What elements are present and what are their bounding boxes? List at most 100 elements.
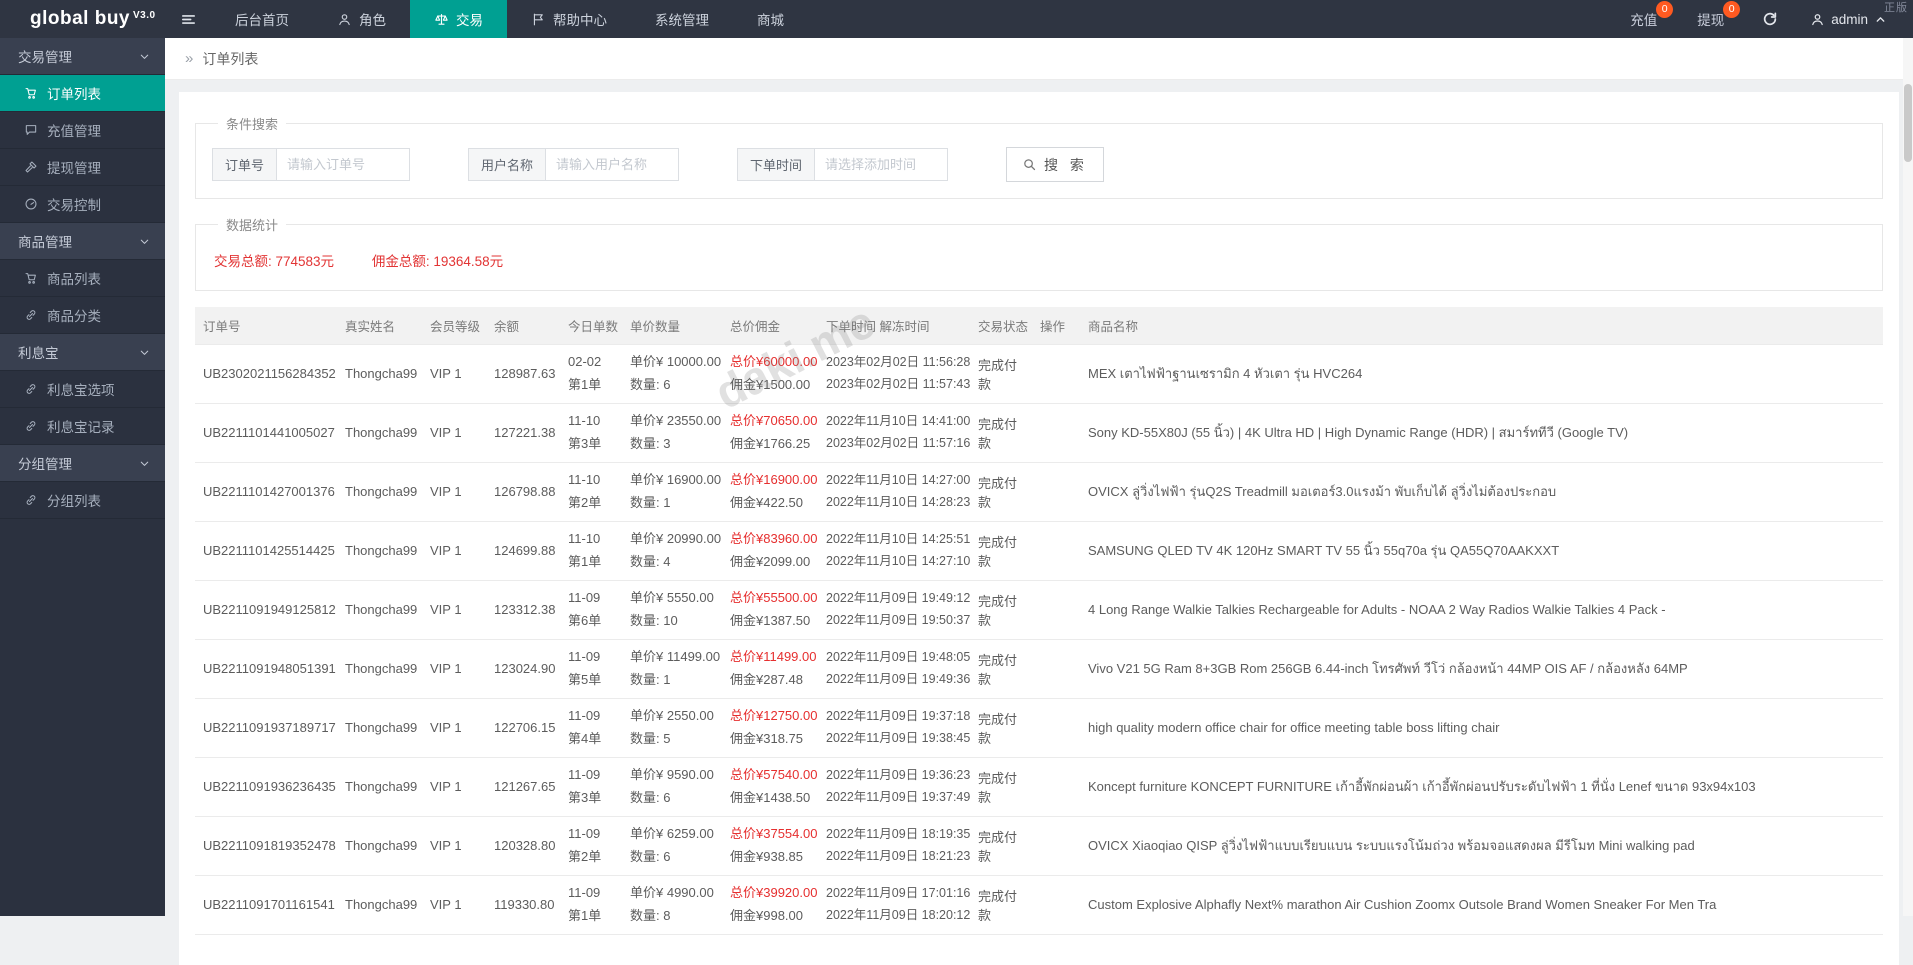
main-content: » 订单列表 daki.me 条件搜索 订单号 用户名称 下单时间 bbox=[165, 0, 1913, 965]
unfreeze-time: 2022年11月10日 14:28:23 bbox=[826, 492, 962, 513]
column-header: 余额 bbox=[486, 307, 560, 344]
quantity: 数量: 1 bbox=[630, 492, 714, 515]
row-actions bbox=[1032, 757, 1080, 816]
withdraw-button[interactable]: 提现 0 bbox=[1677, 0, 1744, 38]
status-badge: 完成付款 bbox=[978, 535, 1017, 569]
sidebar-item[interactable]: 商品列表 bbox=[0, 260, 165, 297]
sidebar-item-label: 分组列表 bbox=[47, 490, 101, 510]
table-row[interactable]: UB2211091936236435 Thongcha99 VIP 1 1212… bbox=[195, 757, 1883, 816]
sidebar-group-header[interactable]: 利息宝 bbox=[0, 334, 165, 371]
order-time-input[interactable] bbox=[815, 149, 947, 180]
balance: 120328.80 bbox=[494, 838, 555, 853]
commission: 佣金¥1500.00 bbox=[730, 374, 810, 397]
sidebar-item[interactable]: 交易控制 bbox=[0, 186, 165, 223]
recharge-button[interactable]: 充值 0 bbox=[1610, 0, 1677, 38]
order-time: 2022年11月10日 14:27:00 bbox=[826, 470, 962, 491]
vertical-scrollbar[interactable] bbox=[1903, 38, 1913, 916]
nav-item-label: 交易 bbox=[456, 9, 483, 29]
order-no-input[interactable] bbox=[277, 149, 409, 180]
table-row[interactable]: UB2211101425514425 Thongcha99 VIP 1 1246… bbox=[195, 521, 1883, 580]
commission: 佣金¥938.85 bbox=[730, 846, 810, 869]
order-seq: 第1单 bbox=[568, 551, 614, 574]
unit-price: 单价¥ 16900.00 bbox=[630, 469, 714, 492]
username-field-label: 用户名称 bbox=[469, 149, 546, 180]
real-name: Thongcha99 bbox=[345, 425, 417, 440]
nav-item[interactable]: 后台首页 bbox=[211, 0, 313, 38]
search-button[interactable]: 搜 索 bbox=[1006, 147, 1104, 182]
nav-item-label: 后台首页 bbox=[235, 9, 289, 29]
sidebar-group-header[interactable]: 商品管理 bbox=[0, 223, 165, 260]
table-row[interactable]: UB2211091949125812 Thongcha99 VIP 1 1233… bbox=[195, 580, 1883, 639]
scrollbar-thumb[interactable] bbox=[1904, 84, 1912, 162]
table-row[interactable]: UB2211091819352478 Thongcha99 VIP 1 1203… bbox=[195, 816, 1883, 875]
real-name: Thongcha99 bbox=[345, 602, 417, 617]
username-input[interactable] bbox=[546, 149, 678, 180]
total-price: 总价¥39920.00 bbox=[730, 882, 810, 905]
total-price: 总价¥70650.00 bbox=[730, 410, 810, 433]
unit-price: 单价¥ 6259.00 bbox=[630, 823, 714, 846]
nav-item[interactable]: 系统管理 bbox=[631, 0, 733, 38]
app-logo: global buyV3.0 bbox=[0, 0, 165, 38]
vip-level: VIP 1 bbox=[430, 661, 462, 676]
table-row[interactable]: UB2211091701161541 Thongcha99 VIP 1 1193… bbox=[195, 875, 1883, 934]
sidebar-item[interactable]: 利息宝记录 bbox=[0, 408, 165, 445]
table-row[interactable]: UB2302021156284352 Thongcha99 VIP 1 1289… bbox=[195, 344, 1883, 403]
refresh-button[interactable] bbox=[1744, 0, 1796, 38]
table-row[interactable]: UB2211101427001376 Thongcha99 VIP 1 1267… bbox=[195, 462, 1883, 521]
sidebar-item[interactable]: 商品分类 bbox=[0, 297, 165, 334]
order-day: 11-10 bbox=[568, 528, 614, 551]
nav-item[interactable]: 帮助中心 bbox=[507, 0, 631, 38]
unfreeze-time: 2022年11月09日 19:37:49 bbox=[826, 787, 962, 808]
sidebar-item[interactable]: 充值管理 bbox=[0, 112, 165, 149]
balance: 123024.90 bbox=[494, 661, 555, 676]
real-name: Thongcha99 bbox=[345, 543, 417, 558]
cart-icon bbox=[24, 271, 38, 285]
table-row[interactable]: UB2211091948051391 Thongcha99 VIP 1 1230… bbox=[195, 639, 1883, 698]
sidebar-group-label: 交易管理 bbox=[18, 46, 72, 66]
unfreeze-time: 2022年11月09日 18:21:23 bbox=[826, 846, 962, 867]
nav-item[interactable]: 商城 bbox=[733, 0, 808, 38]
user-name: admin bbox=[1831, 12, 1868, 27]
sidebar-item-label: 订单列表 bbox=[47, 83, 101, 103]
real-name: Thongcha99 bbox=[345, 366, 417, 381]
sidebar-toggle-button[interactable] bbox=[165, 0, 211, 38]
table-row[interactable]: UB2211101441005027 Thongcha99 VIP 1 1272… bbox=[195, 403, 1883, 462]
order-seq: 第1单 bbox=[568, 374, 614, 397]
search-legend: 条件搜索 bbox=[218, 114, 286, 133]
sidebar: 交易管理订单列表充值管理提现管理交易控制商品管理商品列表商品分类利息宝利息宝选项… bbox=[0, 38, 165, 916]
column-header: 会员等级 bbox=[422, 307, 486, 344]
real-name: Thongcha99 bbox=[345, 720, 417, 735]
column-header: 单价数量 bbox=[622, 307, 722, 344]
comment-icon bbox=[24, 123, 38, 137]
withdraw-badge: 0 bbox=[1723, 1, 1740, 18]
gavel-icon bbox=[24, 160, 38, 174]
total-price: 总价¥12750.00 bbox=[730, 705, 810, 728]
sidebar-group-header[interactable]: 分组管理 bbox=[0, 445, 165, 482]
product-name: SAMSUNG QLED TV 4K 120Hz SMART TV 55 นิ้… bbox=[1088, 540, 1875, 561]
vip-level: VIP 1 bbox=[430, 838, 462, 853]
product-name: Vivo V21 5G Ram 8+3GB Rom 256GB 6.44-inc… bbox=[1088, 658, 1875, 679]
sidebar-group-header[interactable]: 交易管理 bbox=[0, 38, 165, 75]
breadcrumb: » 订单列表 bbox=[165, 38, 1913, 80]
sidebar-item[interactable]: 订单列表 bbox=[0, 75, 165, 112]
table-row[interactable]: UB2211091937189717 Thongcha99 VIP 1 1227… bbox=[195, 698, 1883, 757]
sidebar-item[interactable]: 提现管理 bbox=[0, 149, 165, 186]
sidebar-item[interactable]: 分组列表 bbox=[0, 482, 165, 519]
unit-price: 单价¥ 11499.00 bbox=[630, 646, 714, 669]
column-header: 总价佣金 bbox=[722, 307, 818, 344]
order-time: 2022年11月10日 14:41:00 bbox=[826, 411, 962, 432]
product-name: high quality modern office chair for off… bbox=[1088, 720, 1875, 735]
page-title: 订单列表 bbox=[202, 49, 258, 69]
order-no: UB2211101425514425 bbox=[203, 543, 335, 558]
balance: 119330.80 bbox=[494, 897, 555, 912]
sidebar-item[interactable]: 利息宝选项 bbox=[0, 371, 165, 408]
order-time: 2022年11月09日 19:37:18 bbox=[826, 706, 962, 727]
recharge-badge: 0 bbox=[1656, 1, 1673, 18]
quantity: 数量: 6 bbox=[630, 787, 714, 810]
column-header: 交易状态 bbox=[970, 307, 1032, 344]
balance: 126798.88 bbox=[494, 484, 555, 499]
unfreeze-time: 2022年11月09日 19:49:36 bbox=[826, 669, 962, 690]
nav-item[interactable]: 角色 bbox=[313, 0, 410, 38]
order-no: UB2211101441005027 bbox=[203, 425, 335, 440]
nav-item[interactable]: 交易 bbox=[410, 0, 507, 38]
